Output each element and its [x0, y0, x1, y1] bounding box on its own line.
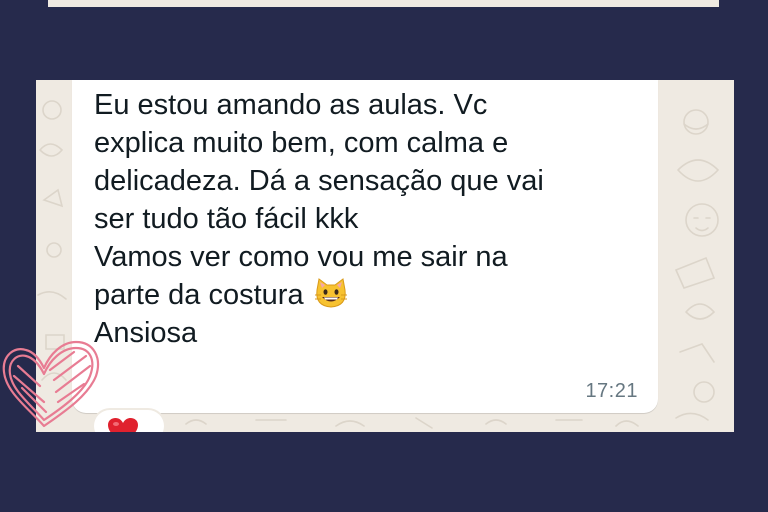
chat-panel: Eu estou amando as aulas. Vc explica mui… — [36, 80, 734, 432]
message-text: Eu estou amando as aulas. Vc explica mui… — [94, 86, 654, 352]
previous-screenshot-strip — [48, 0, 719, 7]
pink-heart-scribble-icon — [2, 340, 100, 428]
message-bubble[interactable]: Eu estou amando as aulas. Vc explica mui… — [72, 80, 658, 413]
red-heart-reaction-icon — [108, 418, 138, 432]
grinning-cat-face-icon — [314, 278, 347, 308]
message-timestamp: 17:21 — [585, 380, 638, 402]
message-text-signoff: Ansiosa — [94, 317, 198, 349]
